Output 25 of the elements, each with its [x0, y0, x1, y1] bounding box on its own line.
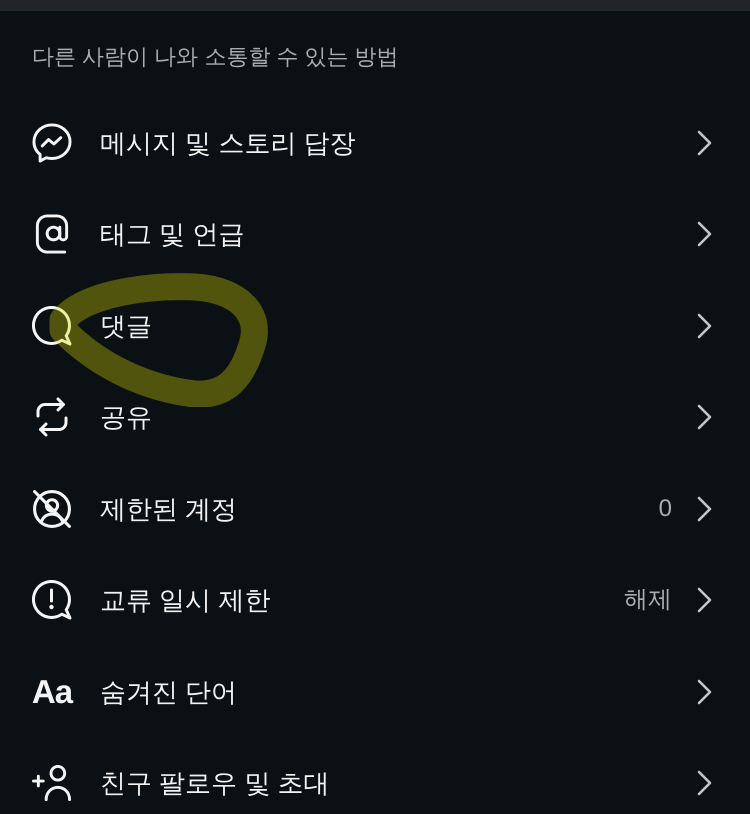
settings-row[interactable]: Aa 숨겨진 단어	[0, 646, 750, 738]
settings-row[interactable]: 친구 팔로우 및 초대	[0, 738, 750, 814]
messenger-icon	[32, 122, 72, 163]
chevron-right-icon	[697, 404, 712, 430]
settings-row[interactable]: 공유	[0, 372, 750, 463]
row-value: 해제	[624, 585, 672, 616]
chevron-right-icon	[697, 587, 712, 614]
settings-row[interactable]: 메시지 및 스토리 답장	[0, 97, 750, 188]
settings-row[interactable]: 제한된 계정 0	[0, 463, 750, 554]
restricted-person-icon	[32, 488, 72, 529]
chevron-right-icon	[697, 312, 712, 339]
section-title: 다른 사람이 나와 소통할 수 있는 방법	[32, 44, 399, 69]
settings-row[interactable]: 태그 및 언급	[0, 188, 750, 280]
settings-row[interactable]: 교류 일시 제한 해제	[0, 554, 750, 646]
text-size-icon: Aa	[30, 670, 74, 714]
row-value: 0	[658, 494, 672, 524]
add-person-icon	[32, 763, 72, 804]
alert-bubble-icon	[32, 580, 72, 620]
chevron-right-icon	[697, 770, 712, 796]
chevron-right-icon	[697, 221, 712, 248]
chevron-right-icon	[697, 678, 712, 705]
chevron-right-icon	[697, 496, 712, 522]
chevron-right-icon	[697, 130, 712, 156]
settings-row[interactable]: 댓글	[0, 280, 750, 372]
comment-icon	[32, 306, 72, 346]
